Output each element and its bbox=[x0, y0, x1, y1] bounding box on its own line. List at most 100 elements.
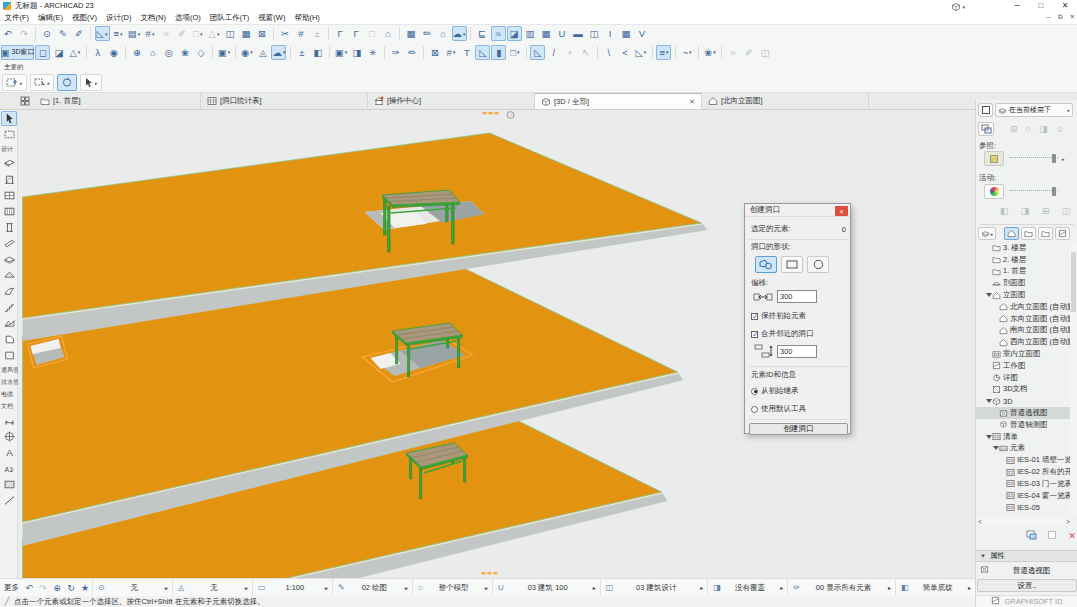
menu-item-7[interactable]: 视窗(W) bbox=[254, 13, 290, 23]
toolbar1-button-29[interactable]: ✏ bbox=[420, 26, 435, 41]
toolbar1-button-1[interactable]: ↷ bbox=[17, 26, 32, 41]
settings-button[interactable]: 设置.. bbox=[977, 579, 1077, 592]
smiley-icon[interactable]: ☺ bbox=[1056, 124, 1065, 134]
navigator-publisher-tab[interactable] bbox=[1055, 227, 1070, 240]
toolbar1-button-31[interactable]: ☁▾ bbox=[452, 26, 467, 41]
doc-close-icon[interactable]: ✕ bbox=[1070, 13, 1075, 21]
tool-line[interactable] bbox=[1, 493, 17, 508]
toolbar2-button-8[interactable]: ⊕ bbox=[129, 45, 144, 60]
dialog-close-icon[interactable]: ✕ bbox=[835, 206, 848, 216]
tool-window[interactable] bbox=[1, 188, 17, 203]
toolbar2-button-6[interactable]: ◉ bbox=[106, 45, 121, 60]
tab--北向立面图-[interactable]: [北向立面图] bbox=[702, 93, 869, 109]
quick-option-8[interactable]: ✏00 显示所有元素▸ bbox=[787, 579, 895, 596]
toolbar2-button-25[interactable]: ✳ bbox=[365, 45, 380, 60]
toolbar1-button-43[interactable]: V bbox=[635, 26, 650, 41]
toolbar2-button-39[interactable]: + bbox=[562, 45, 577, 60]
toolbar2-button-33[interactable]: ◺ bbox=[475, 45, 490, 60]
toolbar2-button-11[interactable]: ❀ bbox=[177, 45, 192, 60]
tree-item-工作图[interactable]: 工作图 bbox=[976, 360, 1072, 372]
tool-dimension[interactable] bbox=[1, 413, 17, 428]
tree-item-元素[interactable]: 元素 bbox=[976, 443, 1072, 455]
toolbar2-button-21[interactable]: ◧ bbox=[310, 45, 325, 60]
quick-option-0[interactable]: ⊙无▸ bbox=[92, 579, 172, 596]
toolbar1-button-0[interactable]: ↶ bbox=[1, 26, 16, 41]
toolbar1-button-37[interactable]: ▦ bbox=[539, 26, 554, 41]
tree-item-清单[interactable]: 清单 bbox=[976, 431, 1072, 443]
toolbar1-button-3[interactable]: ⊙ bbox=[40, 26, 55, 41]
delete-icon[interactable]: ✕ bbox=[1068, 531, 1076, 541]
tree-item-IES-02 所有的开口[interactable]: IES-02 所有的开口 bbox=[976, 466, 1072, 478]
toolbar2-button-5[interactable]: λ bbox=[90, 45, 105, 60]
toolbar2-button-20[interactable]: ± bbox=[294, 45, 309, 60]
toolbar1-button-12[interactable]: ✐ bbox=[175, 26, 190, 41]
tool-zone[interactable] bbox=[1, 348, 17, 363]
shape-polygon-button[interactable] bbox=[755, 256, 777, 273]
lasso-icon[interactable]: ○ bbox=[1026, 124, 1031, 134]
tree-item-普通轴测图[interactable]: 普通轴测图 bbox=[976, 419, 1072, 431]
quickbar-nav-3[interactable]: ↻ bbox=[64, 583, 78, 593]
quick-option-4[interactable]: ⌂整个模型▸ bbox=[412, 579, 492, 596]
tab--1-首层-[interactable]: [1. 首层] bbox=[34, 93, 201, 109]
toolbar2-button-12[interactable]: ◇ bbox=[193, 45, 208, 60]
tree-item-普通透视图[interactable]: 普通透视图 bbox=[976, 407, 1072, 419]
properties-header[interactable]: ▼属性 bbox=[976, 550, 1077, 562]
toolbar1-button-19[interactable]: ✂ bbox=[278, 26, 293, 41]
tree-item-东向立面图 (自动重建)[interactable]: 东向立面图 (自动重建) bbox=[976, 313, 1072, 325]
toolbar2-button-32[interactable]: T bbox=[459, 45, 474, 60]
toolbar1-button-40[interactable]: ◫ bbox=[587, 26, 602, 41]
toolbar2-button-28[interactable]: ✏ bbox=[404, 45, 419, 60]
toolbar2-button-42[interactable]: \ bbox=[601, 45, 616, 60]
doc-minimize-icon[interactable]: ─ bbox=[1046, 13, 1051, 21]
navigator-project-map-tab[interactable] bbox=[1004, 227, 1019, 240]
toolbar2-button-2[interactable]: ◪ bbox=[51, 45, 66, 60]
new-item-icon[interactable] bbox=[1047, 530, 1058, 542]
palette-cursor-button[interactable]: ▸ bbox=[80, 74, 102, 91]
trace-toggle-button[interactable] bbox=[978, 122, 994, 136]
expander-icon[interactable] bbox=[986, 398, 992, 404]
toolbar1-button-36[interactable]: ▥ bbox=[523, 26, 538, 41]
toolbar2-button-37[interactable]: ◺ bbox=[530, 45, 545, 60]
keep-original-checkbox[interactable] bbox=[751, 313, 758, 320]
graphisoft-id-button[interactable]: GRAPHISOFT ID bbox=[976, 595, 1077, 607]
toolbar1-button-34[interactable]: ≈ bbox=[491, 26, 506, 41]
toolbar2-button-18[interactable]: ☁▾ bbox=[271, 45, 286, 60]
shape-circle-button[interactable] bbox=[807, 256, 829, 273]
tree-item-北向立面图 (自动重建)[interactable]: 北向立面图 (自动重建) bbox=[976, 301, 1072, 313]
expander-icon[interactable] bbox=[993, 445, 999, 451]
toolbar1-button-35[interactable]: ◪ bbox=[507, 26, 522, 41]
tool-stair[interactable] bbox=[1, 300, 17, 315]
minimize-button[interactable]: ─ bbox=[1005, 0, 1029, 12]
palette-marquee-arrow-button[interactable]: ▸ bbox=[30, 74, 55, 91]
toolbar2-button-52[interactable]: ≈ bbox=[725, 45, 740, 60]
toolbar1-button-13[interactable]: □▾ bbox=[191, 26, 206, 41]
toolbar2-button-10[interactable]: ◎ bbox=[161, 45, 176, 60]
edit-plane-handle[interactable] bbox=[507, 112, 514, 119]
merge-openings-checkbox[interactable] bbox=[751, 331, 758, 338]
toolbar1-button-30[interactable]: ⌂ bbox=[436, 26, 451, 41]
menu-item-5[interactable]: 选项(O) bbox=[170, 13, 205, 23]
tool-slab[interactable] bbox=[1, 252, 17, 267]
tool-grid[interactable] bbox=[1, 429, 17, 444]
quick-option-9[interactable]: ◧简单底纹▸ bbox=[895, 579, 975, 596]
toolbar2-button-9[interactable]: ⌂ bbox=[145, 45, 160, 60]
doc-restore-icon[interactable]: ⧉ bbox=[1058, 13, 1063, 21]
tool-beam[interactable] bbox=[1, 236, 17, 251]
tool-arrow[interactable] bbox=[1, 111, 17, 126]
toolbar2-button-54[interactable]: ◫ bbox=[757, 45, 772, 60]
ghost-icon-3[interactable]: ⊞ bbox=[1042, 206, 1050, 216]
tree-item-IES-05[interactable]: IES-05 bbox=[976, 502, 1072, 514]
menu-item-3[interactable]: 设计(D) bbox=[102, 13, 136, 23]
toolbar1-button-21[interactable]: ± bbox=[310, 26, 325, 41]
toolbar2-button-3[interactable]: △▾ bbox=[67, 45, 82, 60]
tree-item-3. 楼层[interactable]: 3. 楼层 bbox=[976, 242, 1072, 254]
tab--操作中心-[interactable]: [操作中心] bbox=[368, 93, 535, 109]
create-opening-button[interactable]: 创建洞口 bbox=[749, 423, 848, 435]
quick-option-3[interactable]: ✎02 绘图▸ bbox=[332, 579, 412, 596]
shape-rectangle-button[interactable] bbox=[781, 256, 803, 273]
toolbar1-button-42[interactable]: ▦ bbox=[619, 26, 634, 41]
tree-item-剖面图[interactable]: 剖面图 bbox=[976, 277, 1072, 289]
tool-morph[interactable] bbox=[1, 332, 17, 347]
toolbar1-button-26[interactable]: ⌂ bbox=[381, 26, 396, 41]
toolbar2-button-0[interactable]: ▣3D窗口 bbox=[1, 45, 35, 60]
